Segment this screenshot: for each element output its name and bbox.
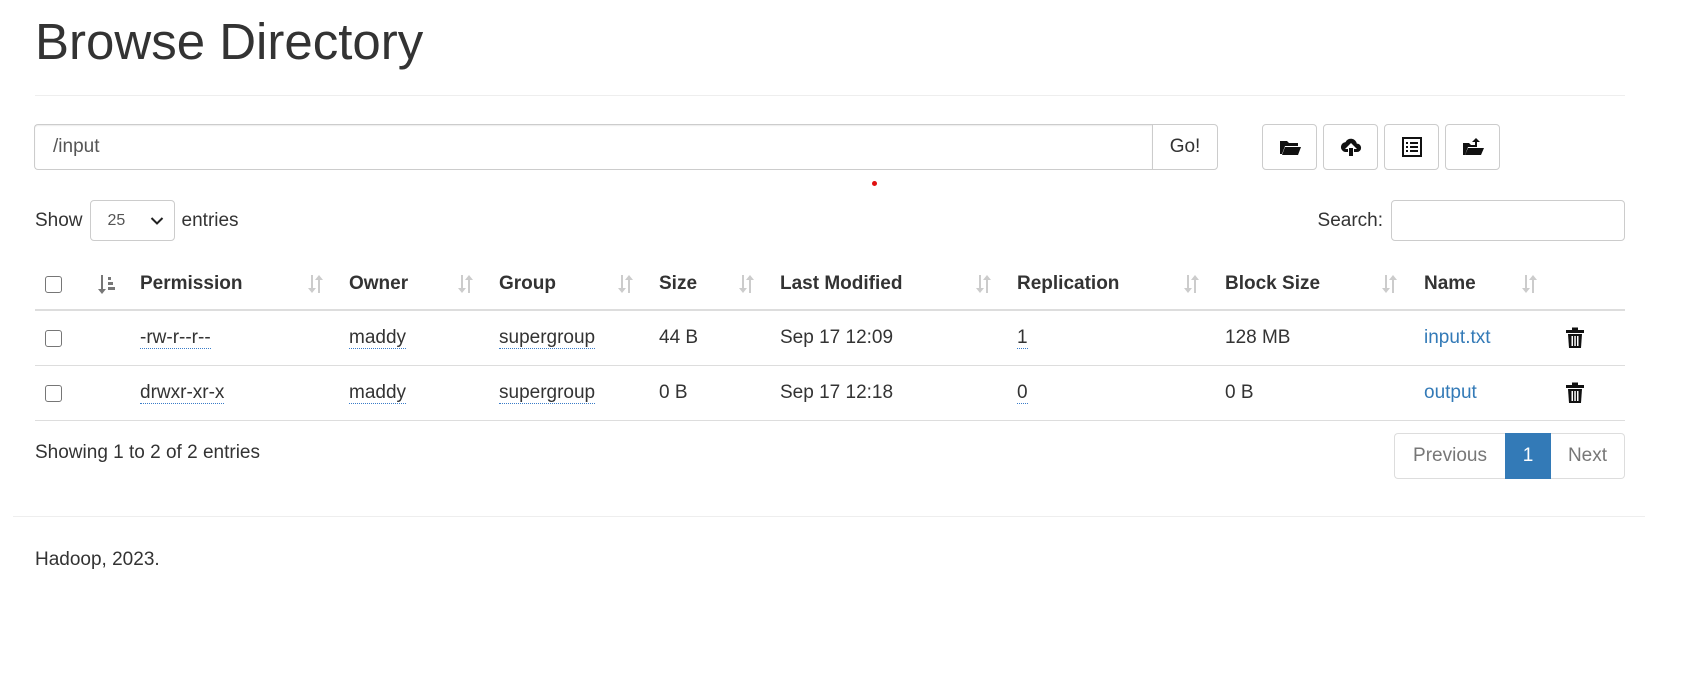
column-header-owner[interactable]: Owner	[349, 259, 408, 309]
page-length-select[interactable]: 25	[89, 200, 175, 241]
replication-cell: 0	[1017, 366, 1028, 420]
red-marker	[872, 181, 877, 186]
last-modified-cell: Sep 17 12:09	[780, 327, 894, 348]
page-length-value: 25	[107, 211, 126, 229]
row-select-cell	[45, 311, 62, 365]
create-directory-button[interactable]	[1262, 124, 1317, 170]
select-all-checkbox[interactable]	[45, 275, 62, 293]
cloud-upload-icon	[1340, 138, 1361, 156]
column-header-group[interactable]: Group	[499, 259, 556, 309]
page-title: Browse Directory	[35, 13, 424, 70]
permission-cell: -rw-r--r--	[140, 311, 211, 365]
go-button[interactable]: Go!	[1152, 124, 1218, 170]
replication-cell: 1	[1017, 311, 1028, 365]
folder-move-icon	[1462, 138, 1484, 155]
title-divider	[35, 95, 1625, 96]
delete-button[interactable]	[1565, 366, 1585, 420]
sort-icon[interactable]	[615, 273, 635, 295]
group-cell: supergroup	[499, 366, 596, 420]
sort-icon[interactable]	[455, 273, 475, 295]
column-header-permission[interactable]: Permission	[140, 259, 242, 309]
upload-file-button[interactable]	[1323, 124, 1378, 170]
search-input[interactable]	[1391, 200, 1625, 241]
block-size-cell: 0 B	[1225, 382, 1254, 403]
chevron-down-icon	[150, 216, 163, 225]
search-label: Search:	[1317, 209, 1383, 231]
path-input[interactable]	[34, 124, 1152, 170]
permission-value[interactable]: drwxr-xr-x	[140, 382, 225, 404]
sort-icon[interactable]	[736, 273, 756, 295]
group-value[interactable]: supergroup	[499, 327, 596, 349]
sort-icon[interactable]	[1181, 273, 1201, 295]
permission-value[interactable]: -rw-r--r--	[140, 327, 211, 349]
column-header-block-size[interactable]: Block Size	[1225, 259, 1320, 309]
sort-ascending-icon[interactable]	[97, 273, 117, 295]
directory-link[interactable]: output	[1424, 382, 1477, 404]
select-all-cell	[45, 259, 62, 309]
size-cell: 0 B	[659, 382, 688, 403]
search-control: Search:	[1318, 200, 1625, 241]
table-row: drwxr-xr-x maddy supergroup 0 B Sep 17 1…	[35, 366, 1625, 421]
last-modified-cell: Sep 17 12:18	[780, 382, 894, 403]
table-info: Showing 1 to 2 of 2 entries	[35, 442, 260, 463]
sort-icon[interactable]	[1519, 273, 1539, 295]
owner-cell: maddy	[349, 366, 407, 420]
sort-icon[interactable]	[305, 273, 325, 295]
size-cell: 44 B	[659, 327, 699, 348]
owner-value[interactable]: maddy	[349, 327, 407, 349]
block-size-cell: 128 MB	[1225, 327, 1291, 348]
current-page-button[interactable]: 1	[1505, 433, 1551, 479]
owner-value[interactable]: maddy	[349, 382, 407, 404]
show-label: Show	[35, 209, 83, 231]
table-header: Permission Owner Group Size Last Modifie…	[35, 259, 1625, 311]
cut-paste-button[interactable]	[1384, 124, 1439, 170]
footer-divider	[13, 516, 1645, 517]
list-alt-icon	[1401, 137, 1422, 157]
column-header-name[interactable]: Name	[1424, 259, 1476, 309]
column-header-size[interactable]: Size	[659, 259, 697, 309]
next-page-button[interactable]: Next	[1551, 433, 1625, 479]
row-select-cell	[45, 366, 62, 420]
file-link[interactable]: input.txt	[1424, 327, 1491, 349]
pagination: Previous 1 Next	[1394, 433, 1625, 479]
column-header-last-modified[interactable]: Last Modified	[780, 259, 902, 309]
replication-value[interactable]: 1	[1017, 327, 1028, 349]
table-row: -rw-r--r-- maddy supergroup 44 B Sep 17 …	[35, 311, 1625, 366]
group-value[interactable]: supergroup	[499, 382, 596, 404]
group-cell: supergroup	[499, 311, 596, 365]
sort-icon[interactable]	[1379, 273, 1399, 295]
replication-value[interactable]: 0	[1017, 382, 1028, 404]
delete-button[interactable]	[1565, 311, 1585, 365]
footer-text: Hadoop, 2023.	[35, 549, 160, 570]
row-checkbox[interactable]	[45, 384, 62, 402]
path-bar: Go!	[34, 124, 1218, 170]
trash-icon	[1566, 382, 1584, 403]
column-header-replication[interactable]: Replication	[1017, 259, 1119, 309]
name-cell: output	[1424, 366, 1477, 420]
trash-icon	[1566, 327, 1584, 348]
row-checkbox[interactable]	[45, 329, 62, 347]
browse-directory-page: Browse Directory Go!	[0, 0, 1700, 688]
name-cell: input.txt	[1424, 311, 1491, 365]
folder-open-icon	[1279, 141, 1301, 155]
entries-label: entries	[181, 209, 239, 231]
permission-cell: drwxr-xr-x	[140, 366, 225, 420]
owner-cell: maddy	[349, 311, 407, 365]
previous-page-button[interactable]: Previous	[1394, 433, 1505, 479]
move-button[interactable]	[1445, 124, 1500, 170]
sort-icon[interactable]	[973, 273, 993, 295]
page-length-control: Show 25 entries	[35, 200, 239, 241]
